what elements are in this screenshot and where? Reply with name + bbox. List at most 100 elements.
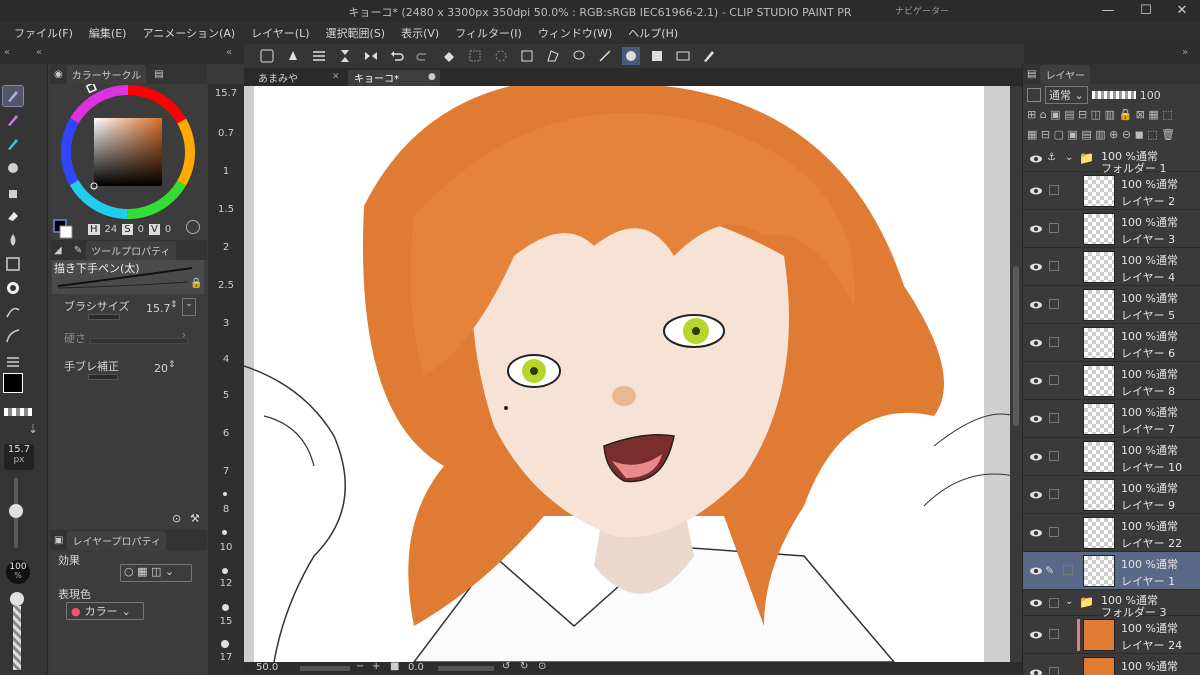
visibility-eye-icon[interactable] xyxy=(1029,184,1043,198)
brush-tab-icon[interactable]: ✎ xyxy=(74,245,82,256)
flip-horizontal-icon[interactable] xyxy=(362,47,380,65)
line-tool-icon[interactable] xyxy=(3,326,23,346)
layer-row[interactable]: 100 %通常 レイヤー 22 xyxy=(1023,514,1200,552)
close-button[interactable]: ✕ xyxy=(1164,1,1200,21)
v-value[interactable]: 0 xyxy=(165,224,171,235)
layer-row[interactable]: 100 %通常 xyxy=(1023,654,1200,675)
layer-property-tab[interactable]: レイヤープロパティ xyxy=(67,530,166,550)
tool-settings-icon[interactable]: ⊙ xyxy=(172,512,181,525)
ruler-tick[interactable]: 1 xyxy=(208,166,244,177)
main-color-swatch[interactable] xyxy=(3,373,23,393)
minimize-button[interactable]: — xyxy=(1090,1,1126,21)
visibility-eye-icon[interactable] xyxy=(1029,564,1043,578)
sub-tool-tab-icon[interactable]: ◢ xyxy=(54,245,62,256)
pencil-tool-icon[interactable] xyxy=(3,110,23,130)
visibility-eye-icon[interactable] xyxy=(1029,666,1043,675)
layer-row[interactable]: 100 %通常 レイヤー 9 xyxy=(1023,476,1200,514)
layer-color-icon[interactable] xyxy=(1027,88,1041,102)
film-icon[interactable] xyxy=(674,47,692,65)
tool-wrench-icon[interactable]: ⚒ xyxy=(190,512,200,525)
collapse-left2-icon[interactable]: « xyxy=(36,47,42,58)
ruler-tick[interactable]: 2.5 xyxy=(208,280,244,291)
layer-row[interactable]: 100 %通常 レイヤー 3 xyxy=(1023,210,1200,248)
zoom-slider[interactable] xyxy=(300,666,350,671)
undo-icon[interactable] xyxy=(388,47,406,65)
maximize-button[interactable]: ☐ xyxy=(1128,1,1164,21)
layer-row[interactable]: 100 %通常 レイヤー 10 xyxy=(1023,438,1200,476)
layer-lock-checkbox[interactable] xyxy=(1049,299,1059,309)
brush-size-slider-handle[interactable] xyxy=(9,504,23,518)
brush-tool-icon[interactable] xyxy=(3,134,23,154)
transform-icon[interactable] xyxy=(518,47,536,65)
color-mode-icon[interactable] xyxy=(186,220,200,234)
collapse-left-icon[interactable]: « xyxy=(4,47,10,58)
ruler-tick[interactable]: 4 xyxy=(208,354,244,365)
brush-preview[interactable]: 描き下手ペン(太) 🔒 xyxy=(52,260,204,294)
layer-lock-checkbox[interactable] xyxy=(1049,337,1059,347)
visibility-eye-icon[interactable] xyxy=(1029,374,1043,388)
layer-toolbar-row-2[interactable]: ▦ ⊟ ▢ ▣ ▤ ▥ ⊕ ⊖ ◼ ⬚ 🗑 xyxy=(1027,128,1199,144)
layer-clip-icon[interactable]: ⚓ xyxy=(1047,152,1056,163)
rotation-slider[interactable] xyxy=(438,666,494,671)
ruler-tick[interactable]: 12 xyxy=(208,578,244,589)
visibility-eye-icon[interactable] xyxy=(1029,152,1043,166)
layer-panel-menu-icon[interactable]: ▤ xyxy=(1027,69,1036,80)
menu-filter[interactable]: フィルター(I) xyxy=(447,25,530,41)
crop-icon[interactable] xyxy=(466,47,484,65)
ruler-tick[interactable]: 6 xyxy=(208,428,244,439)
visibility-eye-icon[interactable] xyxy=(1029,596,1043,610)
scroll-thumb[interactable] xyxy=(1013,266,1019,426)
snap-icon[interactable] xyxy=(622,47,640,65)
tab-amamiya[interactable]: あまみや xyxy=(252,70,340,86)
curve-tool-icon[interactable] xyxy=(3,302,23,322)
canvas-scrollbar-vertical[interactable] xyxy=(1010,86,1022,662)
brush-size-slider-mini[interactable] xyxy=(88,314,120,320)
hand-icon[interactable] xyxy=(284,47,302,65)
pen-settings-icon[interactable] xyxy=(700,47,718,65)
menu-selection[interactable]: 選択範囲(S) xyxy=(318,25,394,41)
rotation-value[interactable]: 0.0 xyxy=(408,662,424,673)
figure-tool-icon[interactable] xyxy=(3,254,23,274)
transparent-color-icon[interactable] xyxy=(4,408,32,416)
canvas-area[interactable] xyxy=(244,86,1014,662)
expression-dropdown[interactable]: ● カラー ⌄ xyxy=(66,602,144,620)
color-set-tab-icon[interactable]: ▤ xyxy=(154,69,163,80)
zoom-out-icon[interactable]: − xyxy=(356,661,364,672)
ruler-tick[interactable]: 1.5 xyxy=(208,204,244,215)
visibility-eye-icon[interactable] xyxy=(1029,488,1043,502)
visibility-eye-icon[interactable] xyxy=(1029,412,1043,426)
layer-panel-toggle-icon[interactable] xyxy=(258,47,276,65)
collapse-right-icon[interactable]: » xyxy=(1182,47,1188,58)
ruler-tick[interactable]: 7 xyxy=(208,466,244,477)
stack-tool-icon[interactable] xyxy=(3,350,23,370)
ruler-tick[interactable]: 0.7 xyxy=(208,128,244,139)
reference-icon[interactable] xyxy=(648,47,666,65)
folder-expand-icon[interactable]: ⌄ xyxy=(1065,596,1073,607)
layer-opacity-value[interactable]: 100 xyxy=(1140,89,1161,102)
menu-window[interactable]: ウィンドウ(W) xyxy=(530,25,620,41)
brush-size-spinner-icon[interactable]: ⇕ xyxy=(170,300,178,310)
layer-lock-checkbox[interactable] xyxy=(1049,413,1059,423)
folder-expand-icon[interactable]: ⌄ xyxy=(1065,152,1073,163)
fill-icon[interactable] xyxy=(440,47,458,65)
visibility-eye-icon[interactable] xyxy=(1029,526,1043,540)
layer-lock-checkbox[interactable] xyxy=(1049,527,1059,537)
rotate-right-icon[interactable]: ↻ xyxy=(520,661,528,672)
ruler-tick[interactable]: 2 xyxy=(208,242,244,253)
tool-property-tab[interactable]: ツールプロパティ xyxy=(86,240,176,260)
opacity-slider-handle[interactable] xyxy=(10,592,24,606)
opacity-readout[interactable]: 100 % xyxy=(6,560,30,584)
layer-toolbar-row-1[interactable]: ⊞ ⌂ ▣ ▤ ⊟ ◫ ▥ 🔒 ⊠ ▦ ⬚ xyxy=(1027,108,1199,124)
menu-help[interactable]: ヘルプ(H) xyxy=(620,25,686,41)
layer-row-selected[interactable]: ✎ 100 %通常 レイヤー 1 xyxy=(1023,552,1200,590)
layer-row[interactable]: 100 %通常 レイヤー 24 xyxy=(1023,616,1200,654)
menu-view[interactable]: 表示(V) xyxy=(393,25,447,41)
layer-row-folder-1[interactable]: ⚓ ⌄ 📁 100 %通常 フォルダー 1 xyxy=(1023,146,1200,175)
menu-animation[interactable]: アニメーション(A) xyxy=(134,25,243,41)
fit-icon[interactable]: ■ xyxy=(390,661,399,672)
tab-kyoko-modified-icon[interactable]: ● xyxy=(428,72,436,82)
layer-lock-checkbox[interactable] xyxy=(1049,451,1059,461)
layer-row[interactable]: 100 %通常 レイヤー 5 xyxy=(1023,286,1200,324)
layer-lock-checkbox[interactable] xyxy=(1049,629,1059,639)
eraser-tool-icon[interactable] xyxy=(3,206,23,226)
